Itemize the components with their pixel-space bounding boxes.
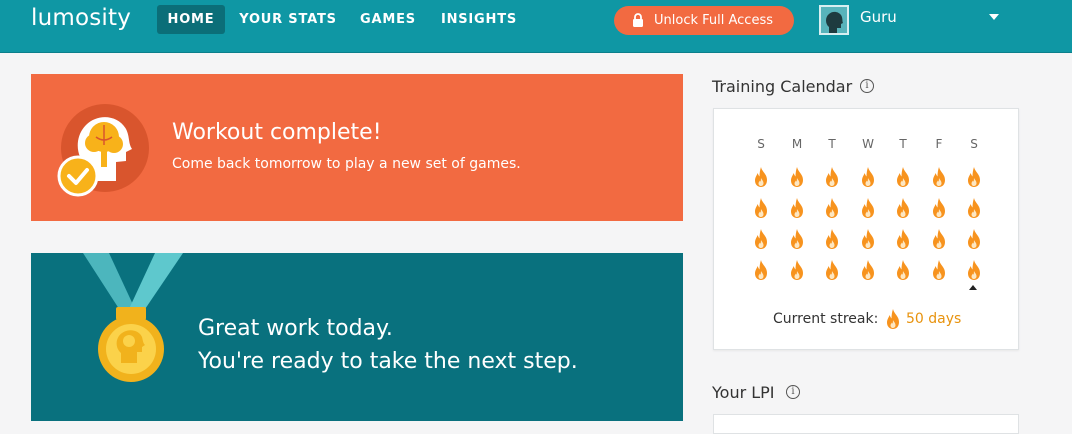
flame-icon [826, 167, 838, 187]
day-header: F [935, 137, 943, 151]
flame-icon [826, 198, 838, 218]
lock-icon [633, 13, 643, 27]
lumosity-logo[interactable]: lumosity [31, 5, 131, 31]
training-calendar-title: Training Calendar [712, 77, 853, 96]
info-icon[interactable]: i [786, 385, 800, 399]
workout-title: Workout complete! [172, 120, 382, 145]
flame-icon [897, 198, 909, 218]
brain-head-check-icon [57, 104, 149, 197]
day-header: M [791, 137, 803, 151]
day-header: T [899, 137, 907, 151]
nav-games[interactable]: GAMES [355, 5, 421, 34]
info-icon[interactable]: i [860, 79, 874, 93]
flame-icon [933, 198, 945, 218]
top-nav: lumosity HOME YOUR STATS GAMES INSIGHTS … [0, 0, 1072, 53]
flame-icon [755, 198, 767, 218]
flame-icon [791, 198, 803, 218]
flame-icon [968, 260, 980, 280]
great-work-line1: Great work today. [198, 316, 393, 341]
flame-icon [862, 167, 874, 187]
flame-icon [862, 229, 874, 249]
unlock-full-access-button[interactable]: Unlock Full Access [614, 6, 794, 35]
lpi-title: Your LPI [712, 383, 775, 402]
nav-home[interactable]: HOME [157, 5, 225, 34]
flame-icon [933, 229, 945, 249]
nav-insights[interactable]: INSIGHTS [436, 5, 522, 34]
avatar[interactable] [819, 5, 849, 35]
flame-icon [887, 309, 899, 329]
flame-icon [862, 198, 874, 218]
great-work-card: Great work today. You're ready to take t… [31, 253, 683, 421]
flame-icon [755, 167, 767, 187]
workout-complete-card: Workout complete! Come back tomorrow to … [31, 74, 683, 221]
nav-your-stats[interactable]: YOUR STATS [236, 5, 340, 34]
flame-icon [968, 198, 980, 218]
flame-icon [755, 260, 767, 280]
day-header: T [828, 137, 836, 151]
workout-subtitle: Come back tomorrow to play a new set of … [172, 156, 521, 172]
flame-icon [862, 260, 874, 280]
user-head-icon [826, 11, 843, 33]
flame-icon [897, 167, 909, 187]
flame-icon [826, 260, 838, 280]
flame-icon [791, 260, 803, 280]
flame-icon [968, 229, 980, 249]
today-marker-icon [969, 285, 977, 290]
day-header: W [862, 137, 874, 151]
great-work-line2: You're ready to take the next step. [198, 349, 578, 374]
flame-icon [897, 260, 909, 280]
current-streak-value: 50 days [906, 311, 962, 327]
flame-icon [791, 229, 803, 249]
flame-icon [968, 167, 980, 187]
current-streak-label: Current streak: [773, 311, 879, 327]
flame-icon [826, 229, 838, 249]
flame-icon [897, 229, 909, 249]
username[interactable]: Guru [860, 8, 897, 26]
flame-icon [791, 167, 803, 187]
gold-medal-icon [83, 253, 183, 382]
day-header: S [970, 137, 978, 151]
lpi-panel [713, 414, 1019, 434]
flame-icon [933, 167, 945, 187]
day-header: S [757, 137, 765, 151]
account-dropdown-caret-icon[interactable] [989, 14, 999, 20]
unlock-label: Unlock Full Access [654, 13, 773, 28]
flame-icon [933, 260, 945, 280]
training-calendar: S M T W T F S Current streak: 50 days [713, 108, 1019, 350]
flame-icon [755, 229, 767, 249]
